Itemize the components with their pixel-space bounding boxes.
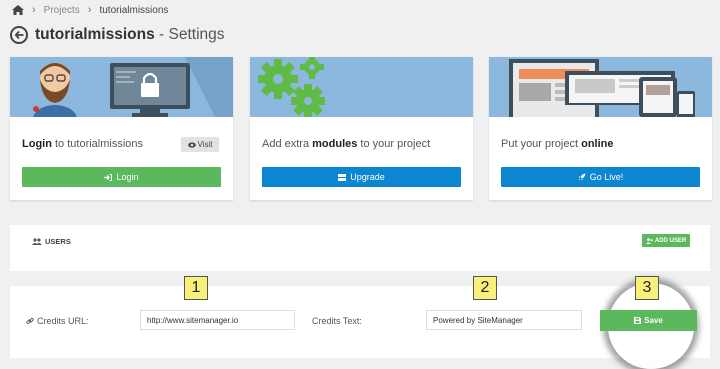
login-button-label: Login	[116, 172, 139, 182]
page-subtitle: - Settings	[154, 26, 225, 43]
go-live-button-label: Go Live!	[589, 172, 624, 182]
login-button[interactable]: Login	[22, 167, 221, 187]
go-live-button[interactable]: Go Live!	[501, 167, 700, 187]
online-caption: Put your project online	[501, 138, 613, 150]
home-icon[interactable]	[12, 5, 24, 15]
modules-banner-illustration	[250, 57, 473, 117]
credits-url-label-text: Credits URL:	[37, 316, 89, 326]
upgrade-button[interactable]: Upgrade	[262, 167, 461, 187]
rocket-icon	[578, 173, 586, 181]
credits-url-input[interactable]	[140, 310, 295, 330]
breadcrumb-projects-link[interactable]: Projects	[44, 5, 80, 16]
modules-caption: Add extra modules to your project	[262, 138, 430, 150]
credits-text-input[interactable]	[426, 310, 582, 330]
online-caption-pre: Put your project	[501, 138, 582, 150]
breadcrumb-current: tutorialmissions	[99, 4, 169, 16]
online-banner-illustration	[489, 57, 712, 117]
users-heading: USERS	[32, 237, 71, 246]
breadcrumb: › Projects › tutorialmissions	[12, 3, 168, 17]
title-row: tutorialmissions - Settings	[10, 24, 225, 46]
link-icon	[26, 317, 34, 325]
modules-caption-bold: modules	[312, 138, 358, 150]
users-icon	[32, 238, 42, 245]
eye-icon	[187, 141, 196, 148]
project-name: tutorialmissions	[35, 26, 155, 43]
modules-card: Add extra modules to your project Upgrad…	[250, 57, 473, 200]
visit-button[interactable]: Visit	[181, 137, 219, 152]
modules-caption-pre: Add extra	[262, 138, 313, 150]
callout-1: 1	[184, 276, 208, 300]
online-caption-bold: online	[581, 138, 614, 150]
login-caption-rest: to tutorialmissions	[51, 138, 144, 150]
login-card: Login to tutorialmissions Visit Login	[10, 57, 233, 200]
users-panel: USERS ADD USER	[10, 225, 710, 271]
chevron-right-icon: ›	[32, 4, 36, 16]
login-caption-bold: Login	[22, 138, 52, 150]
upgrade-button-label: Upgrade	[350, 172, 385, 182]
grid-icon	[338, 173, 347, 181]
sign-in-icon	[104, 173, 113, 181]
chevron-right-icon: ›	[87, 4, 92, 16]
login-caption: Login to tutorialmissions	[22, 138, 143, 150]
back-button[interactable]	[10, 26, 28, 44]
users-label: USERS	[45, 237, 71, 246]
add-user-button[interactable]: ADD USER	[642, 234, 690, 247]
visit-label: Visit	[197, 140, 213, 149]
callout-3: 3	[635, 276, 659, 300]
credits-text-label: Credits Text:	[312, 316, 362, 326]
arrow-left-icon	[14, 31, 23, 39]
user-plus-icon	[645, 237, 653, 244]
callout-2: 2	[473, 276, 497, 300]
save-button-highlighted[interactable]: Save	[600, 310, 697, 331]
online-card: Put your project online Go Live!	[489, 57, 712, 200]
page-title: tutorialmissions - Settings	[35, 26, 225, 44]
credits-url-label: Credits URL:	[26, 316, 89, 326]
credits-text-label-text: Credits Text:	[312, 316, 362, 326]
add-user-label: ADD USER	[654, 237, 687, 244]
login-banner-illustration	[10, 57, 233, 117]
save-label: Save	[644, 316, 663, 325]
modules-caption-post: to your project	[357, 138, 431, 150]
floppy-disk-icon	[634, 317, 642, 324]
